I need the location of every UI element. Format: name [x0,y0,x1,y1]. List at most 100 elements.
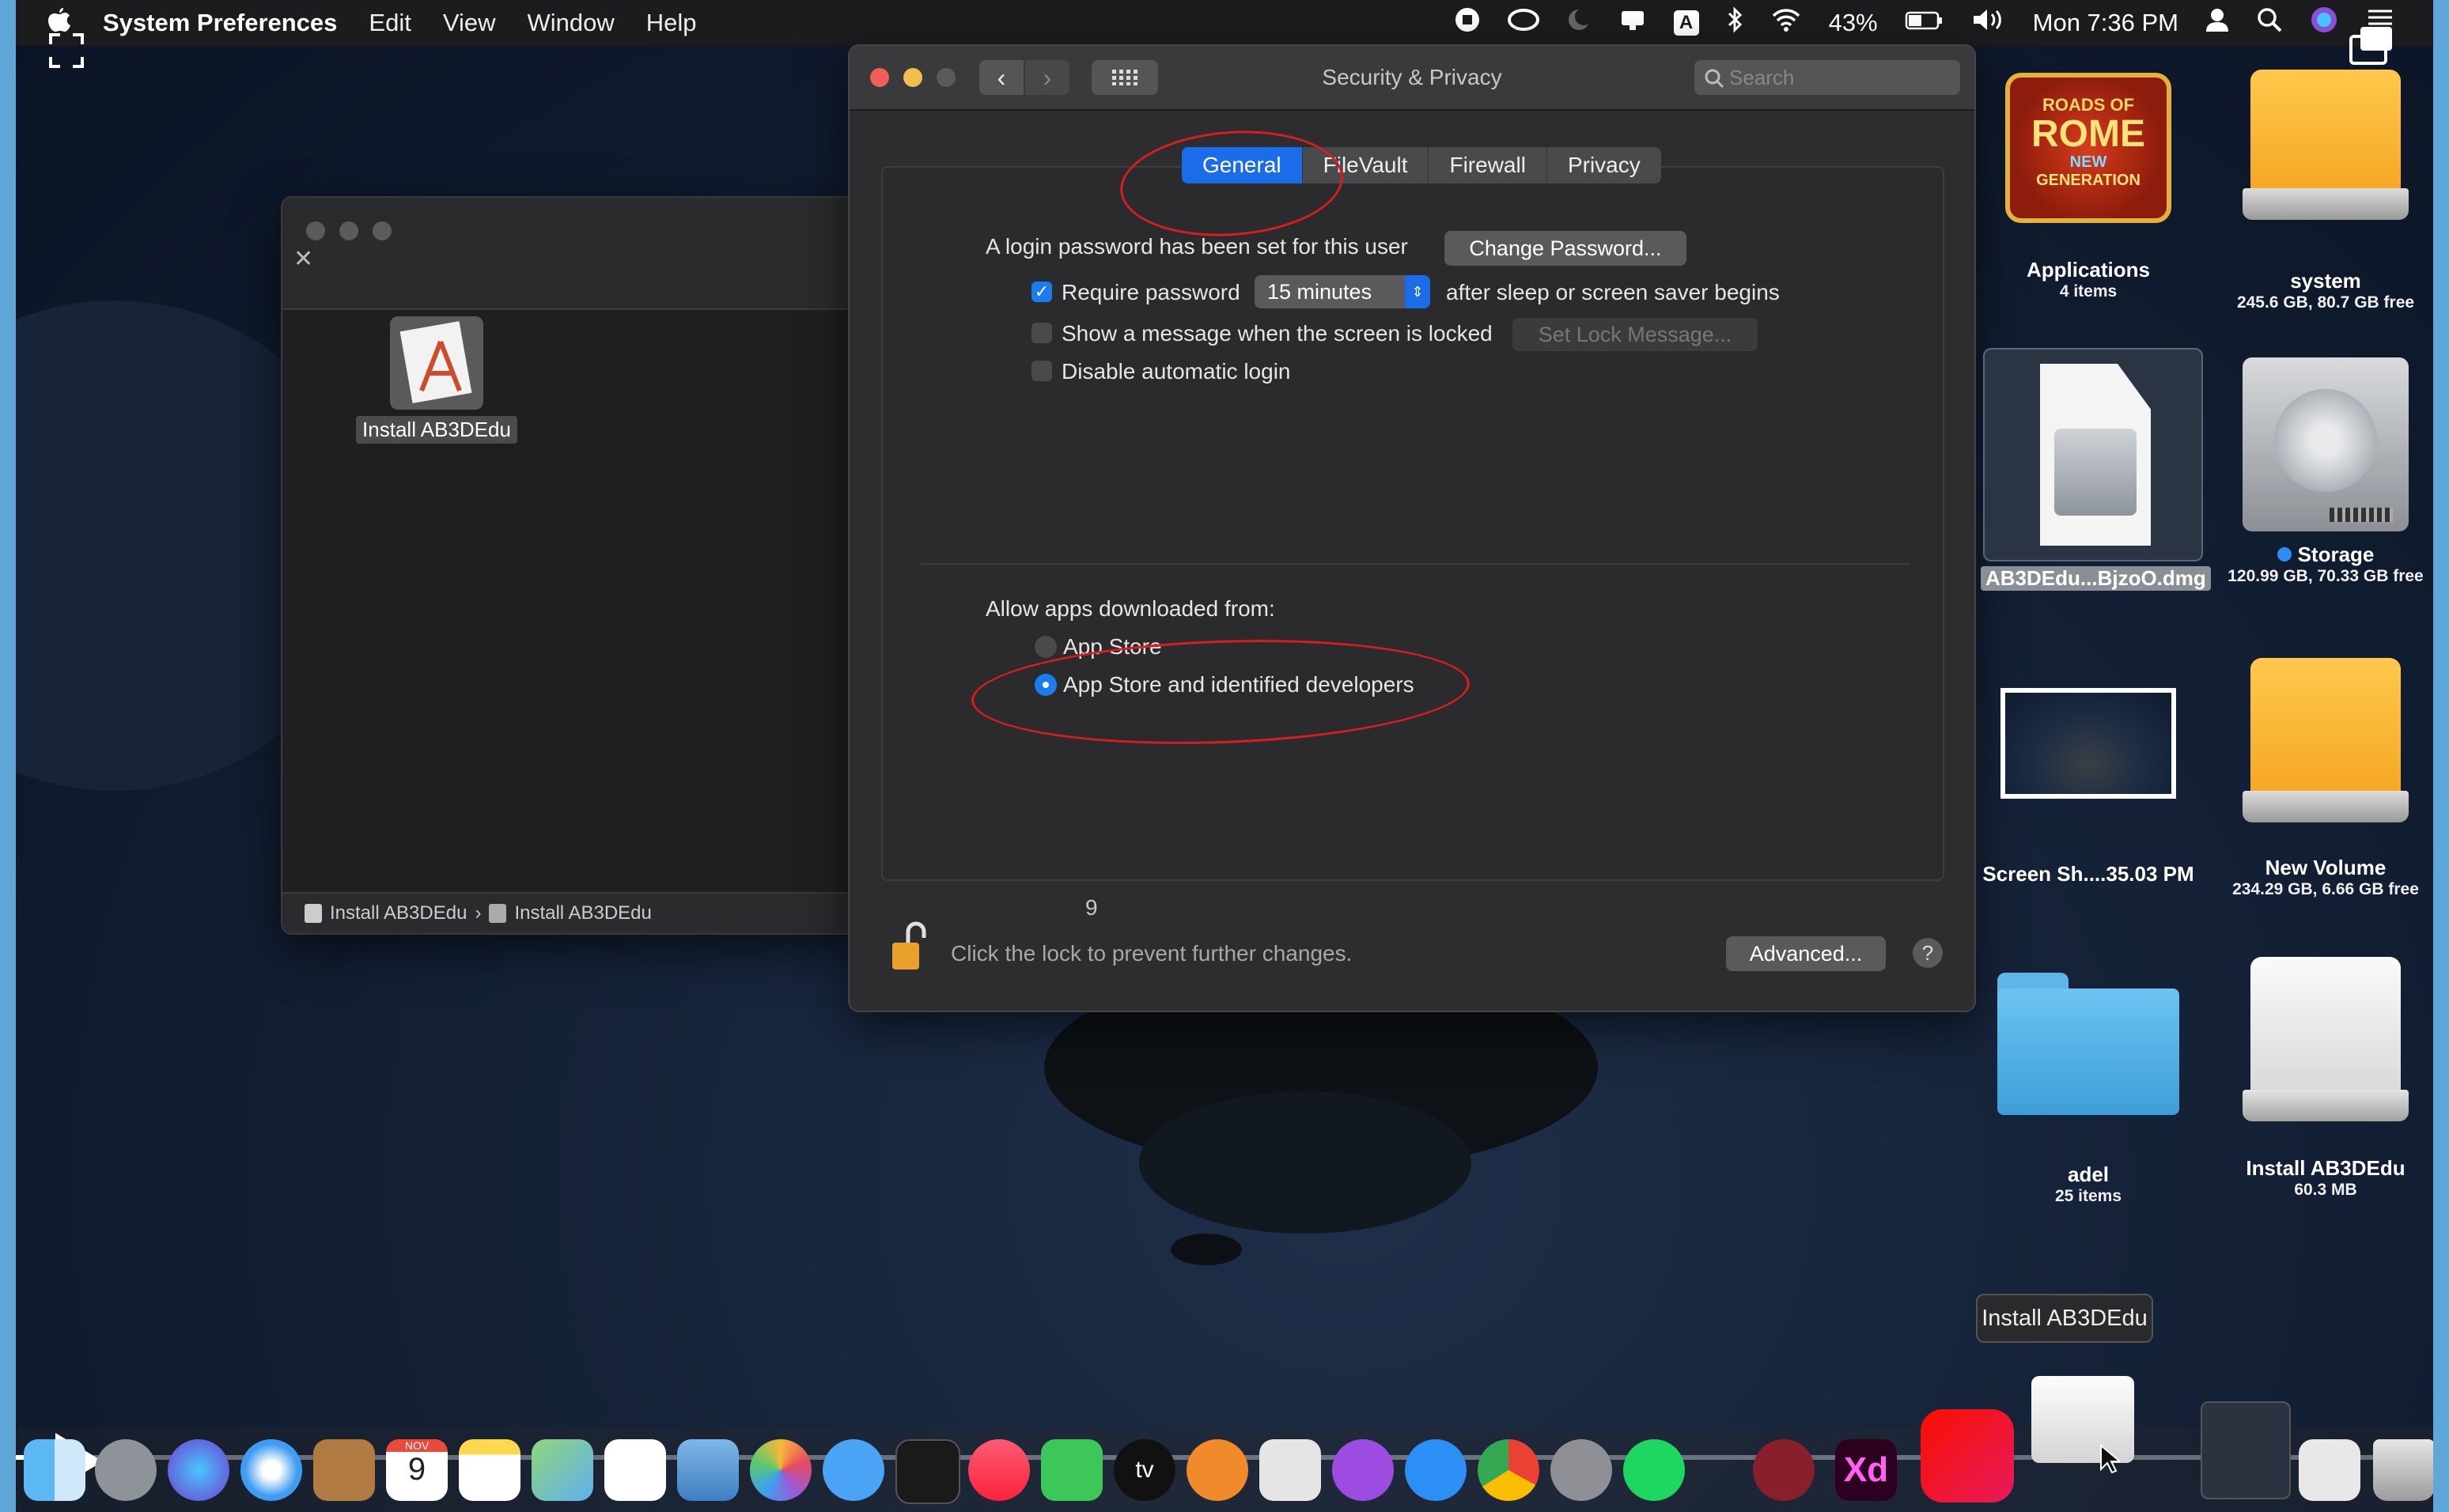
menu-help[interactable]: Help [646,9,697,37]
spotlight-search-icon[interactable] [2256,6,2283,40]
safari-icon[interactable] [240,1439,302,1501]
bluetooth-icon[interactable] [1726,6,1743,40]
tab-firewall[interactable]: Firewall [1429,147,1547,183]
set-lock-message-button[interactable]: Set Lock Message... [1512,318,1758,351]
finder-window: ✕ Install AB3DEdu Install AB3DEdu › Inst… [281,196,861,935]
path-item[interactable]: Install AB3DEdu [330,902,467,924]
maps-icon[interactable] [532,1439,593,1501]
rar-icon[interactable] [1753,1439,1815,1501]
icon-label: system [2290,269,2361,293]
siri-dock-icon[interactable] [168,1439,229,1501]
battery-percent[interactable]: 43% [1829,9,1878,37]
show-all-button[interactable] [1092,60,1158,95]
user-icon[interactable] [2205,6,2229,40]
show-message-checkbox[interactable] [1031,323,1052,343]
menu-app-name[interactable]: System Preferences [103,9,337,37]
documents-stack-icon[interactable] [2299,1439,2360,1501]
desktop-icon-adel[interactable]: adel 25 items [1970,973,2207,1206]
notes-icon[interactable] [459,1439,520,1501]
require-interval-select[interactable]: 15 minutes ⇕ [1255,275,1430,308]
search-field[interactable]: Search [1694,60,1960,95]
minimize-button[interactable] [903,68,922,87]
advanced-button[interactable]: Advanced... [1726,936,1886,971]
creative-cloud-icon[interactable] [1507,6,1539,40]
fullscreen-icon[interactable] [49,33,84,72]
desktop-icon-new-volume[interactable]: New Volume 234.29 GB, 6.66 GB free [2207,658,2433,899]
installer-item[interactable]: Install AB3DEdu [338,316,536,444]
back-button[interactable]: ‹ [979,60,1024,95]
clock[interactable]: Mon 7:36 PM [2033,9,2178,37]
screenshot-app-icon[interactable] [1259,1439,1321,1501]
siri-icon[interactable] [2310,6,2338,40]
disable-login-checkbox[interactable] [1031,361,1052,381]
moon-icon[interactable] [1566,6,1592,40]
desktop-icon-applications[interactable]: ROADS OF ROME NEW GENERATION Application… [1970,73,2207,301]
desktop-icon-dmg[interactable]: AB3DEdu...BjzoO.dmg [1981,348,2211,591]
path-bar: Install AB3DEdu › Install AB3DEdu [282,892,860,933]
podcasts-icon[interactable] [1332,1439,1394,1501]
minimize-button[interactable] [339,221,358,240]
volume-icon[interactable] [1971,6,2006,40]
disable-login-label: Disable automatic login [1062,359,1291,384]
notification-icon[interactable] [1618,6,1647,40]
icon-sub: 234.29 GB, 6.66 GB free [2232,880,2419,898]
wifi-icon[interactable] [1770,6,1802,40]
close-button[interactable] [306,221,325,240]
tab-privacy[interactable]: Privacy [1547,147,1661,183]
forward-button[interactable]: › [1025,60,1069,95]
contacts-icon[interactable] [313,1439,375,1501]
menu-edit[interactable]: Edit [369,9,411,37]
lock-icon[interactable] [889,919,929,978]
lock-text: Click the lock to prevent further change… [951,941,1353,966]
require-password-checkbox[interactable]: ✓ [1031,282,1052,302]
prefs-toolbar: ‹ › Security & Privacy Search [850,46,1974,111]
installer-icon [390,316,483,410]
finder-icon[interactable] [24,1439,85,1501]
calendar-icon[interactable]: NOV 9 [386,1439,448,1501]
system-preferences-icon[interactable] [1550,1439,1612,1501]
desktop-icon-system[interactable]: system 245.6 GB, 80.7 GB free [2207,70,2433,312]
messages-icon[interactable] [823,1439,884,1501]
trash-icon[interactable] [2373,1439,2433,1501]
reminders-icon[interactable] [604,1439,666,1501]
login-password-text: A login password has been set for this u… [986,234,1408,259]
close-button[interactable] [870,68,889,87]
app-store-icon[interactable] [1405,1439,1467,1501]
menu-view[interactable]: View [443,9,496,37]
installer-label: Install AB3DEdu [356,416,517,444]
close-tab-icon[interactable]: ✕ [293,245,313,273]
creative-cloud-dock-icon[interactable] [1921,1409,2014,1503]
desktop-icon-screenshot[interactable]: Screen Sh....35.03 PM [1970,688,2207,886]
apple-tv-icon[interactable]: tv [1114,1439,1175,1501]
music-icon[interactable] [968,1439,1030,1501]
preview-icon[interactable] [677,1439,739,1501]
battery-icon[interactable] [1905,6,1944,40]
zoom-button[interactable] [937,68,956,87]
help-button[interactable]: ? [1913,938,1943,968]
books-icon[interactable] [1187,1439,1248,1501]
app-store-radio[interactable] [1035,636,1057,658]
adobe-xd-icon[interactable]: Xd [1835,1439,1897,1501]
island-shape [1171,1234,1242,1265]
stray-digit: 9 [1085,895,1098,920]
facetime-icon[interactable] [1041,1439,1103,1501]
chrome-icon[interactable] [1478,1439,1539,1501]
desktop-icon-install[interactable]: Install AB3DEdu 60.3 MB [2207,957,2433,1200]
stop-icon[interactable] [1454,6,1481,40]
menu-window[interactable]: Window [527,9,614,37]
photos-icon[interactable] [750,1439,812,1501]
zoom-button[interactable] [373,221,392,240]
path-item[interactable]: Install AB3DEdu [514,902,651,924]
spotify-icon[interactable] [1623,1439,1685,1501]
launchpad-icon[interactable] [95,1439,157,1501]
downloads-stack-icon[interactable] [2201,1401,2291,1499]
screenshot-thumbnail [2000,688,2176,799]
window-switch-icon[interactable] [2348,24,2395,70]
roads-of-rome-logo: ROADS OF ROME NEW GENERATION [2005,73,2171,223]
activity-monitor-icon[interactable] [895,1439,960,1504]
calendar-day: 9 [407,1452,426,1487]
desktop-icon-storage[interactable]: Storage 120.99 GB, 70.33 GB free [2207,357,2433,586]
input-source-icon[interactable]: A [1673,10,1699,36]
icon-label: Install AB3DEdu [2246,1156,2405,1180]
change-password-button[interactable]: Change Password... [1444,231,1686,266]
